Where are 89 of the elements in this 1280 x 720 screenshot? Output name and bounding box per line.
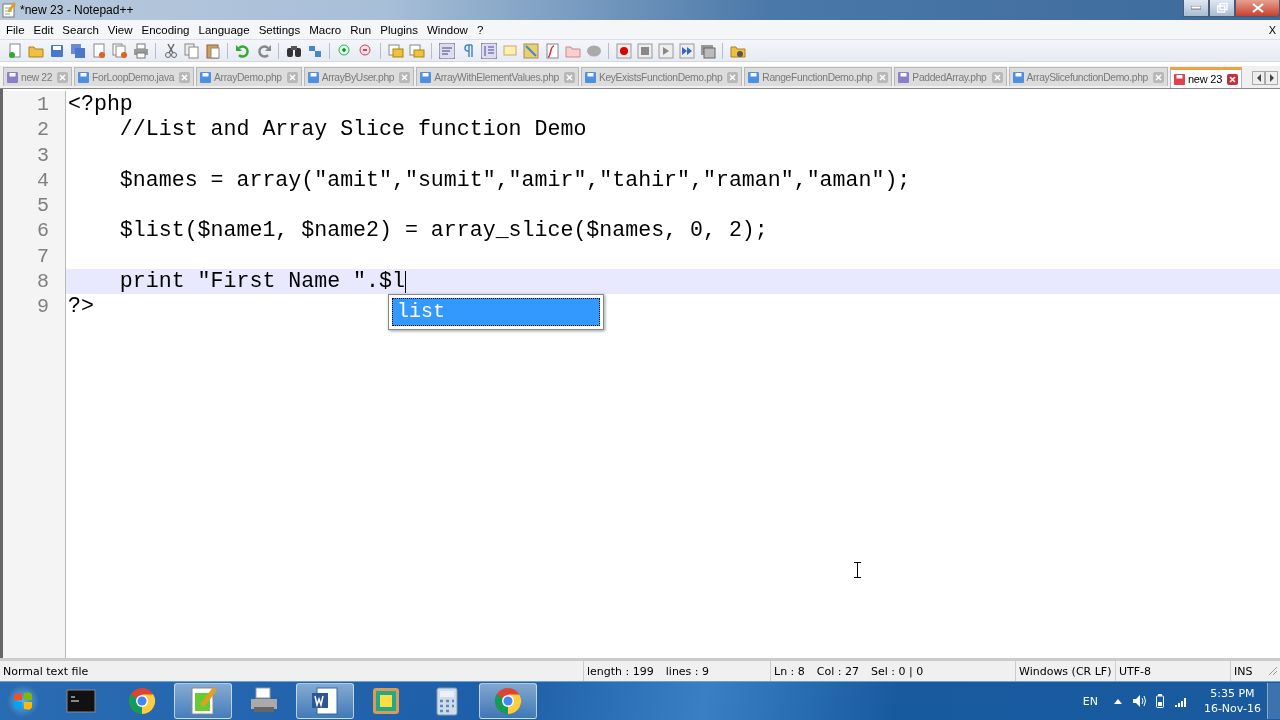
menu-item[interactable]: Settings — [254, 23, 306, 36]
close-document-button[interactable]: X — [1268, 23, 1276, 36]
status-text: Windows (CR LF) — [1019, 664, 1112, 678]
taskbar-app-button[interactable] — [174, 683, 232, 719]
window-title: *new 23 - Notepad++ — [20, 3, 134, 17]
menu-item[interactable]: Search — [58, 23, 104, 36]
undo-icon — [234, 42, 251, 59]
close-button[interactable] — [1235, 0, 1280, 17]
status-text: length : 199 — [587, 664, 654, 678]
status-text: lines : 9 — [665, 664, 710, 678]
word-document-icon — [309, 685, 341, 717]
scissors-icon — [162, 42, 179, 59]
menu-item[interactable]: ? — [472, 23, 489, 36]
status-text: INS — [1234, 664, 1253, 678]
chrome-icon — [126, 685, 158, 717]
status-text: UTF-8 — [1119, 664, 1152, 678]
battery-icon[interactable] — [1155, 694, 1164, 708]
new-file-icon — [6, 42, 23, 59]
line-number: 7 — [36, 243, 50, 270]
close-file-icon — [90, 42, 107, 59]
status-text: Normal text file — [3, 664, 89, 678]
record-icon — [615, 42, 632, 59]
play-icon — [657, 42, 674, 59]
scroll-left-button[interactable] — [1252, 71, 1265, 85]
stop-icon — [636, 42, 653, 59]
right-arrow-icon — [1268, 74, 1275, 82]
menu-item[interactable]: Plugins — [376, 23, 423, 36]
word-wrap-icon — [438, 42, 455, 59]
status-text: Ln : 8 — [774, 664, 805, 678]
notepad-icon — [2, 2, 16, 18]
clipboard-icon — [204, 42, 221, 59]
code-line: print "First Name ".$l — [118, 269, 405, 295]
show-desktop-button[interactable] — [1267, 683, 1280, 719]
show-hidden-icons-icon[interactable] — [1113, 698, 1122, 704]
chrome-icon — [492, 685, 524, 717]
line-number: 8 — [36, 269, 50, 295]
file-tab[interactable]: new 23 — [1169, 67, 1243, 88]
line-number: 4 — [36, 167, 50, 194]
close-icon — [1251, 3, 1264, 13]
code-line: <?php — [68, 92, 133, 118]
text-caret — [404, 270, 406, 293]
clock[interactable]: 5:35 PM 16-Nov-16 — [1203, 686, 1261, 716]
taskbar-app-button[interactable] — [296, 683, 354, 719]
toolbar-button[interactable] — [162, 42, 179, 59]
save-icon — [48, 42, 65, 59]
menu-item[interactable]: View — [103, 23, 138, 36]
taskbar-app-button[interactable] — [479, 683, 537, 719]
menu-item[interactable]: Window — [423, 23, 473, 36]
status-text: Sel : 0 | 0 — [871, 664, 924, 678]
fast-forward-icon — [678, 42, 695, 59]
resize-grip-icon[interactable] — [1268, 666, 1278, 676]
code-line: $names = array("amit","sumit","amir","tahir","raman","aman"); — [118, 167, 911, 194]
restore-icon — [1216, 3, 1228, 13]
printer-icon — [132, 42, 149, 59]
signal-bars-icon[interactable] — [1173, 695, 1188, 707]
menu-item[interactable]: Macro — [305, 23, 347, 36]
speaker-icon[interactable] — [1131, 694, 1146, 708]
status-text: Col : 27 — [816, 664, 859, 678]
restore-button[interactable] — [1209, 0, 1235, 17]
code-line: //List and Array Slice function Demo — [118, 117, 587, 143]
menu-item[interactable]: File — [2, 23, 30, 36]
line-number: 2 — [36, 117, 50, 143]
windows-logo-icon — [7, 685, 39, 717]
menu-item[interactable]: Run — [346, 23, 377, 36]
zoom-in-icon — [336, 42, 353, 59]
scroll-right-button[interactable] — [1265, 71, 1278, 85]
line-number: 9 — [36, 294, 50, 320]
line-number: 5 — [36, 193, 50, 219]
zoom-out-icon — [357, 42, 374, 59]
line-number: 6 — [36, 218, 50, 244]
line-number: 1 — [36, 92, 50, 118]
code-line: ?> — [68, 294, 94, 320]
menu-item[interactable]: Edit — [29, 23, 59, 36]
line-number: 3 — [36, 142, 50, 168]
redo-icon — [255, 42, 272, 59]
save-all-icon — [69, 42, 86, 59]
minimize-icon — [1191, 6, 1201, 10]
code-line: $list($name1, $name2) = array_slice($names, 0, 2); — [118, 218, 768, 244]
left-arrow-icon — [1255, 74, 1262, 82]
indent-guide-icon — [480, 42, 497, 59]
menu-item[interactable]: Encoding — [137, 23, 195, 36]
close-all-icon — [111, 42, 128, 59]
toolbar-button[interactable] — [678, 42, 695, 59]
minimize-button[interactable] — [1183, 0, 1209, 17]
close-icon[interactable] — [1227, 73, 1239, 85]
text-cursor-icon — [854, 562, 861, 578]
menu-item[interactable]: Language — [194, 23, 255, 36]
copy-icon — [183, 42, 200, 59]
language-indicator[interactable]: EN — [1082, 694, 1098, 708]
